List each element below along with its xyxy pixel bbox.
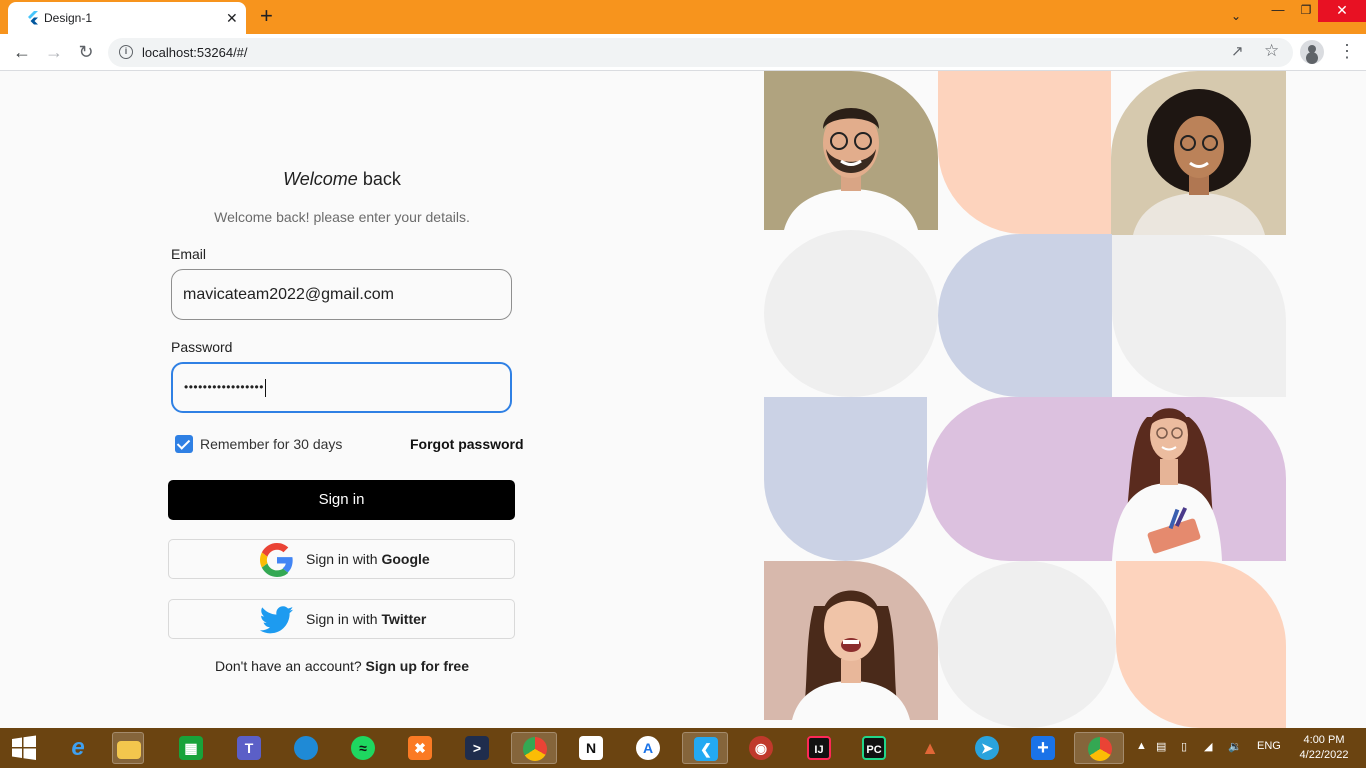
intellij-icon[interactable]: IJ bbox=[803, 732, 835, 764]
tile-student-woman bbox=[927, 397, 1286, 561]
sign-in-button[interactable]: Sign in bbox=[168, 480, 515, 520]
profile-icon[interactable] bbox=[1300, 40, 1324, 64]
tab-title: Design-1 bbox=[44, 11, 93, 25]
info-icon[interactable]: i bbox=[119, 45, 133, 59]
page-subtitle: Welcome back! please enter your details. bbox=[214, 209, 470, 225]
email-field[interactable]: mavicateam2022@gmail.com bbox=[171, 269, 512, 320]
close-window-button[interactable]: ✕ bbox=[1318, 0, 1366, 22]
windows-taskbar: e ▦ T ≈ ✖ > N A ❮ ◉ IJ PC ▲ ➤ + ▲ ▤ ▯ ◢ … bbox=[0, 728, 1366, 768]
remember-label[interactable]: Remember for 30 days bbox=[200, 436, 342, 452]
google-brand: Google bbox=[381, 551, 430, 567]
tile-grey-circle bbox=[764, 230, 938, 397]
network-off-icon[interactable]: ▤ bbox=[1156, 740, 1166, 753]
tile-grey-circle-bottom bbox=[938, 561, 1116, 728]
microsoft-store-icon[interactable]: ▦ bbox=[175, 732, 207, 764]
android-studio-icon[interactable]: A bbox=[632, 732, 664, 764]
taskbar-clock[interactable]: 4:00 PM 4/22/2022 bbox=[1296, 733, 1352, 763]
tile-lavender-mid bbox=[938, 234, 1112, 397]
tile-lavender-bottom bbox=[764, 397, 927, 561]
tray-expand-icon[interactable]: ▲ bbox=[1136, 740, 1147, 752]
restore-button[interactable]: ❐ bbox=[1294, 0, 1318, 22]
new-tab-button[interactable]: + bbox=[260, 5, 273, 27]
windows-start-icon[interactable] bbox=[8, 732, 40, 764]
text-caret bbox=[264, 378, 267, 397]
tile-peach-bottom bbox=[1116, 561, 1286, 728]
internet-explorer-icon[interactable]: e bbox=[62, 732, 94, 764]
back-icon[interactable]: ← bbox=[11, 41, 33, 63]
clock-time: 4:00 PM bbox=[1303, 734, 1345, 746]
tile-grey-mid bbox=[1112, 235, 1286, 397]
browser-toolbar: ← → ↻ i localhost:53264/#/ ↗ ☆ bbox=[0, 34, 1366, 71]
tile-laughing-woman bbox=[764, 561, 938, 720]
share-icon[interactable]: ↗ bbox=[1231, 42, 1244, 60]
email-label: Email bbox=[171, 246, 207, 262]
twitter-sign-in-button[interactable]: Sign in with Twitter bbox=[168, 599, 515, 639]
twitter-icon bbox=[260, 606, 294, 634]
volume-icon[interactable]: 🔉 bbox=[1228, 740, 1242, 753]
language-indicator[interactable]: ENG bbox=[1257, 740, 1281, 752]
google-sign-in-button[interactable]: Sign in with Google bbox=[168, 539, 515, 579]
tile-man-portrait bbox=[764, 71, 938, 230]
owl-app-icon[interactable]: ◉ bbox=[745, 732, 777, 764]
page-title: Welcome back bbox=[170, 169, 514, 190]
clock-date: 4/22/2022 bbox=[1299, 749, 1349, 761]
title-rest: back bbox=[357, 169, 401, 189]
signup-row: Don't have an account? Sign up for free bbox=[170, 658, 514, 674]
sign-up-link[interactable]: Sign up for free bbox=[366, 658, 469, 674]
google-prefix: Sign in with bbox=[306, 551, 382, 567]
tile-peach-top bbox=[938, 71, 1111, 234]
password-dots: ••••••••••••••••• bbox=[184, 380, 264, 394]
tab-strip: Design-1 ✕ + ⌄ — ❐ ✕ bbox=[0, 0, 1366, 34]
twitter-button-label: Sign in with Twitter bbox=[306, 611, 426, 627]
tile-woman-curly bbox=[1111, 71, 1286, 235]
file-explorer-icon[interactable] bbox=[112, 732, 144, 764]
minimize-button[interactable]: — bbox=[1266, 0, 1290, 22]
signup-prompt: Don't have an account? bbox=[214, 658, 366, 674]
notion-icon[interactable]: N bbox=[575, 732, 607, 764]
telegram-icon[interactable]: ➤ bbox=[971, 732, 1003, 764]
signal-icon[interactable]: ◢ bbox=[1204, 740, 1212, 753]
edge-icon[interactable] bbox=[290, 732, 322, 764]
url-text[interactable]: localhost:53264/#/ bbox=[142, 45, 248, 60]
laughing-woman-photo bbox=[792, 590, 910, 720]
man-photo bbox=[784, 108, 918, 230]
remember-checkbox[interactable] bbox=[175, 435, 193, 453]
password-field[interactable]: ••••••••••••••••• bbox=[171, 362, 512, 413]
password-label: Password bbox=[171, 339, 233, 355]
reload-icon[interactable]: ↻ bbox=[75, 41, 97, 63]
powershell-icon[interactable]: > bbox=[461, 732, 493, 764]
twitter-prefix: Sign in with bbox=[306, 611, 382, 627]
address-bar[interactable]: i localhost:53264/#/ ↗ ☆ bbox=[108, 38, 1293, 67]
google-button-label: Sign in with Google bbox=[306, 551, 430, 567]
vscode-icon[interactable]: ❮ bbox=[682, 732, 728, 764]
browser-tab[interactable]: Design-1 ✕ bbox=[8, 2, 246, 34]
star-icon[interactable]: ☆ bbox=[1264, 41, 1279, 61]
woman-curly-photo bbox=[1133, 89, 1265, 235]
student-woman-photo bbox=[1112, 408, 1222, 561]
plus-app-icon[interactable]: + bbox=[1027, 732, 1059, 764]
chrome-icon[interactable] bbox=[511, 732, 557, 764]
flutter-icon bbox=[28, 11, 38, 25]
forward-icon[interactable]: → bbox=[43, 41, 65, 63]
menu-icon[interactable]: ⋮ bbox=[1338, 41, 1356, 61]
tab-search-icon[interactable]: ⌄ bbox=[1231, 9, 1241, 23]
pycharm-icon[interactable]: PC bbox=[858, 732, 890, 764]
xampp-icon[interactable]: ✖ bbox=[404, 732, 436, 764]
battery-icon[interactable]: ▯ bbox=[1181, 740, 1187, 753]
tab-close-icon[interactable]: ✕ bbox=[226, 10, 238, 26]
forgot-password-link[interactable]: Forgot password bbox=[410, 436, 524, 452]
chrome-icon[interactable] bbox=[1074, 732, 1124, 764]
teams-icon[interactable]: T bbox=[233, 732, 265, 764]
spotify-icon[interactable]: ≈ bbox=[347, 732, 379, 764]
twitter-brand: Twitter bbox=[381, 611, 427, 627]
google-icon bbox=[260, 543, 293, 577]
matlab-icon[interactable]: ▲ bbox=[914, 732, 946, 764]
title-italic: Welcome bbox=[283, 169, 358, 189]
